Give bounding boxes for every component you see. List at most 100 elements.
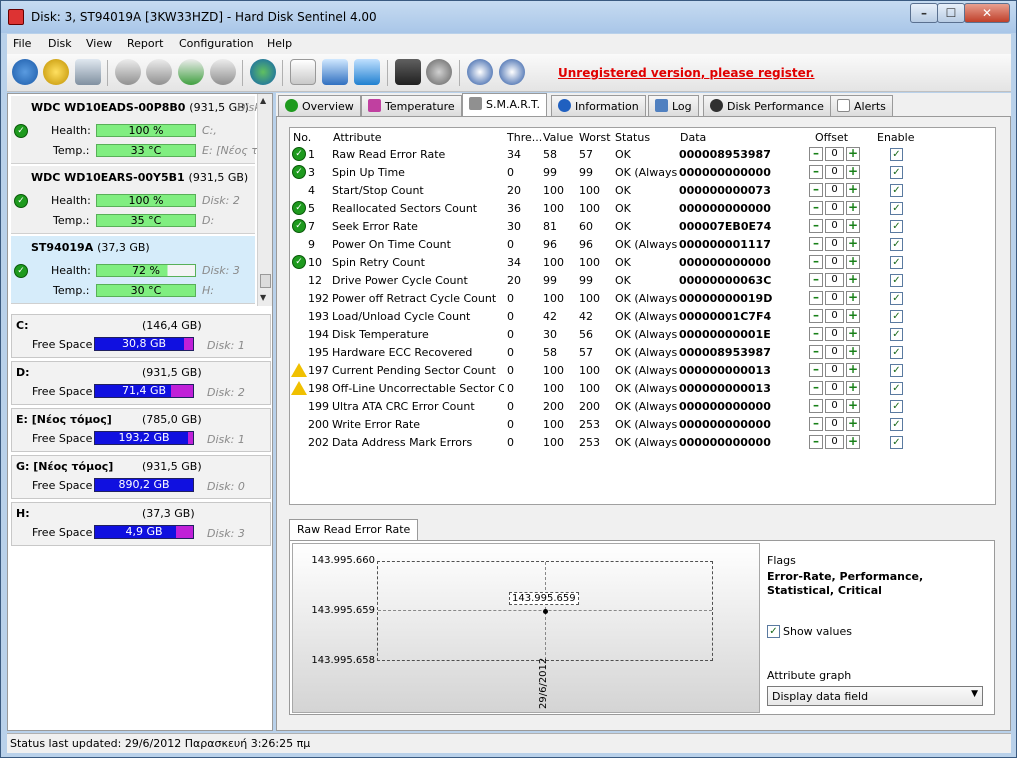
col-enable[interactable]: Enable [877, 131, 914, 144]
info-icon[interactable] [499, 59, 525, 85]
enable-checkbox[interactable]: ✓ [890, 400, 903, 413]
offset-minus-button[interactable]: – [809, 381, 823, 395]
offset-minus-button[interactable]: – [809, 309, 823, 323]
enable-checkbox[interactable]: ✓ [890, 184, 903, 197]
monitor-icon[interactable] [395, 59, 421, 85]
disk-icon[interactable] [75, 59, 101, 85]
col-data[interactable]: Data [680, 131, 706, 144]
offset-plus-button[interactable]: + [846, 201, 860, 215]
smart-row[interactable]: 202 Data Address Mark Errors 0 100 253 O… [290, 434, 995, 452]
offset-plus-button[interactable]: + [846, 327, 860, 341]
send-report-icon[interactable] [322, 59, 348, 85]
offset-minus-button[interactable]: – [809, 219, 823, 233]
disk-tools-icon[interactable] [210, 59, 236, 85]
attribute-graph-select[interactable]: Display data field ▼ [767, 686, 983, 706]
offset-plus-button[interactable]: + [846, 147, 860, 161]
offset-value[interactable]: 0 [825, 363, 844, 377]
enable-checkbox[interactable]: ✓ [890, 202, 903, 215]
smart-row[interactable]: 192 Power off Retract Cycle Count 0 100 … [290, 290, 995, 308]
col-offset[interactable]: Offset [815, 131, 848, 144]
enable-checkbox[interactable]: ✓ [890, 256, 903, 269]
menu-view[interactable]: View [86, 37, 112, 50]
smart-row[interactable]: 198 Off-Line Uncorrectable Sector C... 0… [290, 380, 995, 398]
scroll-down-icon[interactable]: ▼ [260, 293, 270, 302]
col-value[interactable]: Value [543, 131, 573, 144]
offset-plus-button[interactable]: + [846, 435, 860, 449]
offset-plus-button[interactable]: + [846, 345, 860, 359]
tab-smart[interactable]: S.M.A.R.T. [462, 93, 547, 117]
offset-plus-button[interactable]: + [846, 291, 860, 305]
smart-row[interactable]: ✓ 1 Raw Read Error Rate 34 58 57 OK 00000… [290, 146, 995, 164]
offset-plus-button[interactable]: + [846, 309, 860, 323]
disk-item[interactable]: WDC WD10EARS-00Y5B1 (931,5 GB) ✓ Health:… [11, 166, 255, 234]
smart-row[interactable]: 193 Load/Unload Cycle Count 0 42 42 OK (… [290, 308, 995, 326]
col-status[interactable]: Status [615, 131, 650, 144]
offset-plus-button[interactable]: + [846, 219, 860, 233]
offset-minus-button[interactable]: – [809, 165, 823, 179]
disk-item-selected[interactable]: ST94019A (37,3 GB) ✓ Health: 72 % Disk: … [11, 236, 255, 304]
offset-value[interactable]: 0 [825, 381, 844, 395]
globe-icon[interactable] [250, 59, 276, 85]
smart-row[interactable]: ✓3 Spin Up Time 0 99 99 OK (Always... 00… [290, 164, 995, 182]
smart-row[interactable]: 200 Write Error Rate 0 100 253 OK (Alway… [290, 416, 995, 434]
offset-value[interactable]: 0 [825, 147, 844, 161]
offset-value[interactable]: 0 [825, 345, 844, 359]
offset-value[interactable]: 0 [825, 201, 844, 215]
scroll-thumb[interactable] [260, 274, 271, 288]
minimize-button[interactable]: – [910, 3, 938, 23]
disk-test-icon[interactable] [115, 59, 141, 85]
offset-value[interactable]: 0 [825, 309, 844, 323]
offset-value[interactable]: 0 [825, 273, 844, 287]
show-values-label[interactable]: Show values [783, 625, 852, 638]
close-button[interactable]: ✕ [964, 3, 1010, 23]
menu-help[interactable]: Help [267, 37, 292, 50]
disk-list-scrollbar[interactable]: ▲ ▼ [257, 94, 272, 306]
tab-disk-performance[interactable]: Disk Performance [703, 95, 831, 116]
offset-minus-button[interactable]: – [809, 345, 823, 359]
enable-checkbox[interactable]: ✓ [890, 382, 903, 395]
enable-checkbox[interactable]: ✓ [890, 328, 903, 341]
unregistered-link[interactable]: Unregistered version, please register. [558, 66, 815, 80]
offset-minus-button[interactable]: – [809, 183, 823, 197]
tab-alerts[interactable]: Alerts [830, 95, 893, 116]
enable-checkbox[interactable]: ✓ [890, 166, 903, 179]
offset-minus-button[interactable]: – [809, 327, 823, 341]
smart-row[interactable]: 199 Ultra ATA CRC Error Count 0 200 200 … [290, 398, 995, 416]
refresh-icon[interactable] [12, 59, 38, 85]
tab-information[interactable]: Information [551, 95, 646, 116]
offset-value[interactable]: 0 [825, 237, 844, 251]
smart-row[interactable]: 194 Disk Temperature 0 30 56 OK (Always.… [290, 326, 995, 344]
col-worst[interactable]: Worst [579, 131, 611, 144]
offset-plus-button[interactable]: + [846, 237, 860, 251]
offset-plus-button[interactable]: + [846, 165, 860, 179]
offset-value[interactable]: 0 [825, 327, 844, 341]
disk-item[interactable]: WDC WD10EADS-00P8B0 (931,5 GB) Disk ✓ He… [11, 96, 257, 164]
smart-row[interactable]: 9 Power On Time Count 0 96 96 OK (Always… [290, 236, 995, 254]
smart-row[interactable]: ✓ 7 Seek Error Rate 30 81 60 OK 000007EB0… [290, 218, 995, 236]
menu-file[interactable]: File [13, 37, 31, 50]
smart-row[interactable]: 12 Drive Power Cycle Count 20 99 99 OK 0… [290, 272, 995, 290]
disk-check-icon[interactable] [178, 59, 204, 85]
volume-item[interactable]: E: [Νέος τόμος] (785,0 GB) Free Space 19… [11, 408, 271, 452]
offset-minus-button[interactable]: – [809, 255, 823, 269]
offset-value[interactable]: 0 [825, 399, 844, 413]
enable-checkbox[interactable]: ✓ [890, 238, 903, 251]
offset-plus-button[interactable]: + [846, 381, 860, 395]
offset-minus-button[interactable]: – [809, 237, 823, 251]
graph-tab[interactable]: Raw Read Error Rate [289, 519, 419, 541]
offset-minus-button[interactable]: – [809, 363, 823, 377]
volume-item[interactable]: H: (37,3 GB) Free Space 4,9 GB Disk: 3 [11, 502, 271, 546]
offset-minus-button[interactable]: – [809, 399, 823, 413]
surface-test-icon[interactable] [146, 59, 172, 85]
network-icon[interactable] [354, 59, 380, 85]
offset-plus-button[interactable]: + [846, 255, 860, 269]
enable-checkbox[interactable]: ✓ [890, 310, 903, 323]
maximize-button[interactable]: ☐ [937, 3, 965, 23]
volume-item[interactable]: G: [Νέος τόμος] (931,5 GB) Free Space 89… [11, 455, 271, 499]
offset-minus-button[interactable]: – [809, 147, 823, 161]
tab-overview[interactable]: Overview [278, 95, 361, 116]
volume-item[interactable]: D: (931,5 GB) Free Space 71,4 GB Disk: 2 [11, 361, 271, 405]
offset-plus-button[interactable]: + [846, 399, 860, 413]
offset-minus-button[interactable]: – [809, 435, 823, 449]
offset-minus-button[interactable]: – [809, 273, 823, 287]
